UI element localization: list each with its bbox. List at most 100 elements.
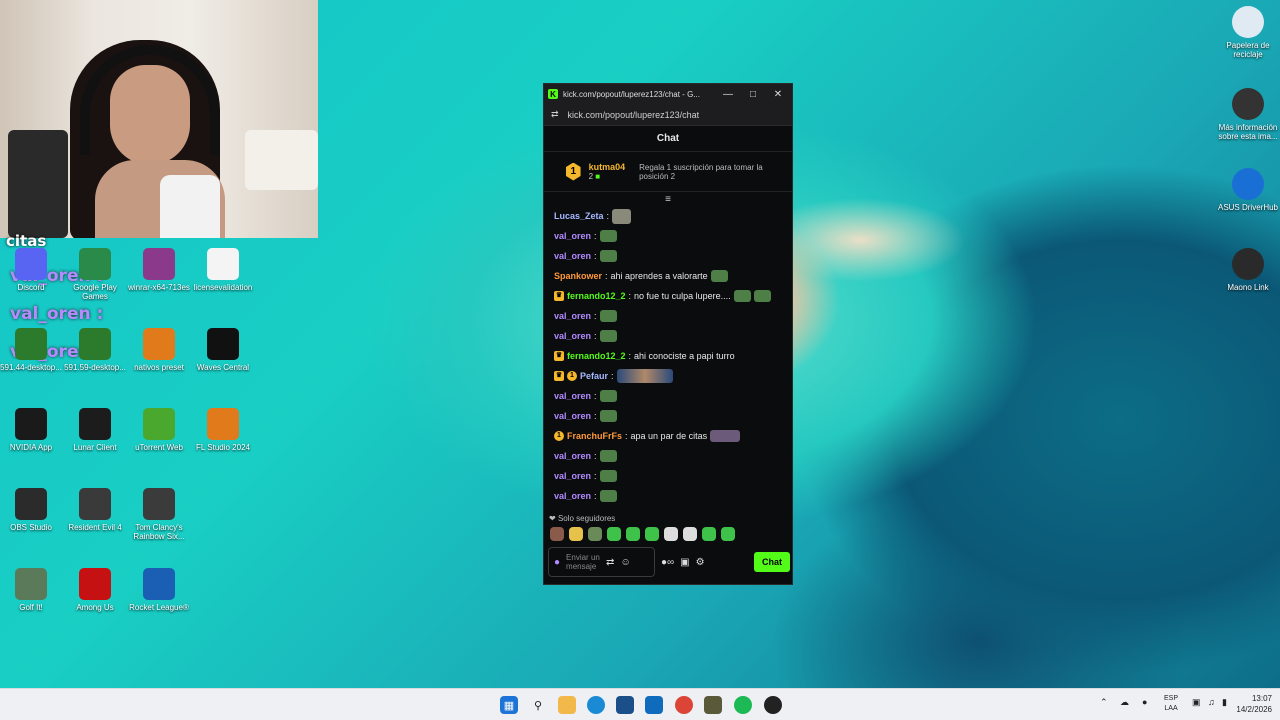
emote-button[interactable] [588,527,602,541]
network-icon[interactable]: ▣ [1192,697,1201,708]
emote-icon[interactable] [710,270,728,282]
emote-button[interactable] [626,527,640,541]
microphone-tray-icon[interactable]: ● [1142,697,1147,707]
chat-input[interactable]: ● Enviar un mensaje ⇄ ☺ [548,547,655,577]
desktop-shortcut[interactable]: uTorrent Web [128,408,190,452]
window-titlebar[interactable]: K kick.com/popout/luperez123/chat - G...… [544,84,792,104]
emote-icon[interactable] [599,310,617,322]
search-icon[interactable]: ⚲ [529,696,547,714]
desktop-shortcut[interactable]: Más información sobre esta ima... [1217,88,1279,141]
desktop-shortcut[interactable]: ASUS DriverHub [1217,168,1279,212]
cloud-icon[interactable]: ☁ [1120,697,1129,708]
emote-icon[interactable] [599,330,617,342]
game-icon[interactable] [704,696,722,714]
desktop-shortcut[interactable]: Lunar Client [64,408,126,452]
battery-icon[interactable]: ▮ [1222,697,1227,708]
settings-icon[interactable]: ⚙ [696,557,705,568]
minimize-button[interactable]: — [718,89,738,100]
send-chat-button[interactable]: Chat [754,552,790,572]
close-button[interactable]: ✕ [768,89,788,100]
chevron-up-icon[interactable]: ⌃ [1100,697,1108,708]
spotify-icon[interactable] [734,696,752,714]
desktop-shortcut[interactable]: winrar-x64-713es [128,248,190,292]
edge-icon[interactable] [587,696,605,714]
store-icon[interactable]: ▣ [680,557,689,568]
emote-icon[interactable] [733,290,751,302]
chat-username[interactable]: FranchuFrFs [567,431,622,441]
desktop-shortcut[interactable]: Maono Link [1217,248,1279,292]
desktop-shortcut[interactable]: 591.59-desktop... [64,328,126,372]
desktop-shortcut[interactable]: Google Play Games [64,248,126,301]
clock[interactable]: 13:07 14/2/2026 [1236,693,1272,715]
fl-studio-icon [143,328,175,360]
emoji-icon[interactable]: ☺ [620,557,630,567]
language-indicator[interactable]: ESP LAA [1164,694,1178,714]
desktop-shortcut[interactable]: Rocket League® [128,568,190,612]
emote-icon[interactable] [612,208,632,224]
desktop-shortcut[interactable]: Discord [0,248,62,292]
chat-username[interactable]: Pefaur [580,371,608,381]
chat-username[interactable]: Lucas_Zeta [554,211,604,221]
chat-username[interactable]: val_oren [554,251,591,261]
emote-button[interactable] [550,527,564,541]
desktop-shortcut[interactable]: Resident Evil 4 [64,488,126,532]
leaderboard-user[interactable]: kutma04 [589,162,626,172]
emote-button[interactable] [683,527,697,541]
emote-button[interactable] [645,527,659,541]
chat-username[interactable]: val_oren [554,331,591,341]
desktop-shortcut[interactable]: 591.44-desktop... [0,328,62,372]
emote-icon[interactable] [599,390,617,402]
desktop-shortcut[interactable]: nativos preset [128,328,190,372]
obs-taskbar-icon[interactable] [764,696,782,714]
desktop-shortcut[interactable]: Papelera de reciclaje [1217,6,1279,59]
chat-username[interactable]: val_oren [554,311,591,321]
chat-username[interactable]: val_oren [554,491,591,501]
address-bar[interactable]: ⇄ kick.com/popout/luperez123/chat [544,104,792,126]
chat-username[interactable]: Spankower [554,271,602,281]
desktop-shortcut[interactable]: Tom Clancy's Rainbow Six... [128,488,190,541]
store-icon[interactable] [616,696,634,714]
microphone-icon[interactable]: ● [554,557,560,567]
desktop-shortcut[interactable]: licensevalidation [192,248,254,292]
chat-username[interactable]: val_oren [554,411,591,421]
desktop-shortcut[interactable]: FL Studio 2024 [192,408,254,452]
start-icon[interactable]: ▦ [500,696,518,714]
gift-sub-prompt[interactable]: Regala 1 suscripción para tomar la posic… [639,163,770,181]
emote-icon[interactable] [710,430,741,442]
site-settings-icon[interactable]: ⇄ [551,109,559,120]
chrome-icon[interactable] [675,696,693,714]
collapse-icon[interactable]: ≡ [544,192,792,206]
emote-button[interactable] [569,527,583,541]
desktop-shortcut[interactable]: Golf It! [0,568,62,612]
outlook-icon[interactable] [645,696,663,714]
emote-icon[interactable] [599,410,617,422]
chat-username[interactable]: val_oren [554,451,591,461]
emote-icon[interactable] [753,290,771,302]
desktop-shortcut[interactable]: OBS Studio [0,488,62,532]
kick-chat-window[interactable]: K kick.com/popout/luperez123/chat - G...… [543,83,793,585]
volume-icon[interactable]: ♫ [1208,697,1215,707]
chat-username[interactable]: fernando12_2 [567,291,626,301]
emote-icon[interactable] [599,250,617,262]
emote-icon[interactable] [599,490,617,502]
desktop-shortcut[interactable]: Among Us [64,568,126,612]
chat-username[interactable]: val_oren [554,391,591,401]
maximize-button[interactable]: □ [743,89,763,100]
translate-icon[interactable]: ⇄ [606,557,614,567]
emote-button[interactable] [702,527,716,541]
desktop-shortcut[interactable]: NVIDIA App [0,408,62,452]
file-explorer-icon[interactable] [558,696,576,714]
chat-username[interactable]: fernando12_2 [567,351,626,361]
emote-icon[interactable] [599,450,617,462]
users-icon[interactable]: ●∞ [661,557,674,568]
emote-icon[interactable] [599,470,617,482]
among-us-icon [79,568,111,600]
desktop-shortcut[interactable]: Waves Central [192,328,254,372]
emote-icon[interactable] [599,230,617,242]
chat-username[interactable]: val_oren [554,231,591,241]
emote-button[interactable] [721,527,735,541]
emote-icon[interactable] [616,369,673,383]
emote-button[interactable] [607,527,621,541]
emote-button[interactable] [664,527,678,541]
chat-username[interactable]: val_oren [554,471,591,481]
